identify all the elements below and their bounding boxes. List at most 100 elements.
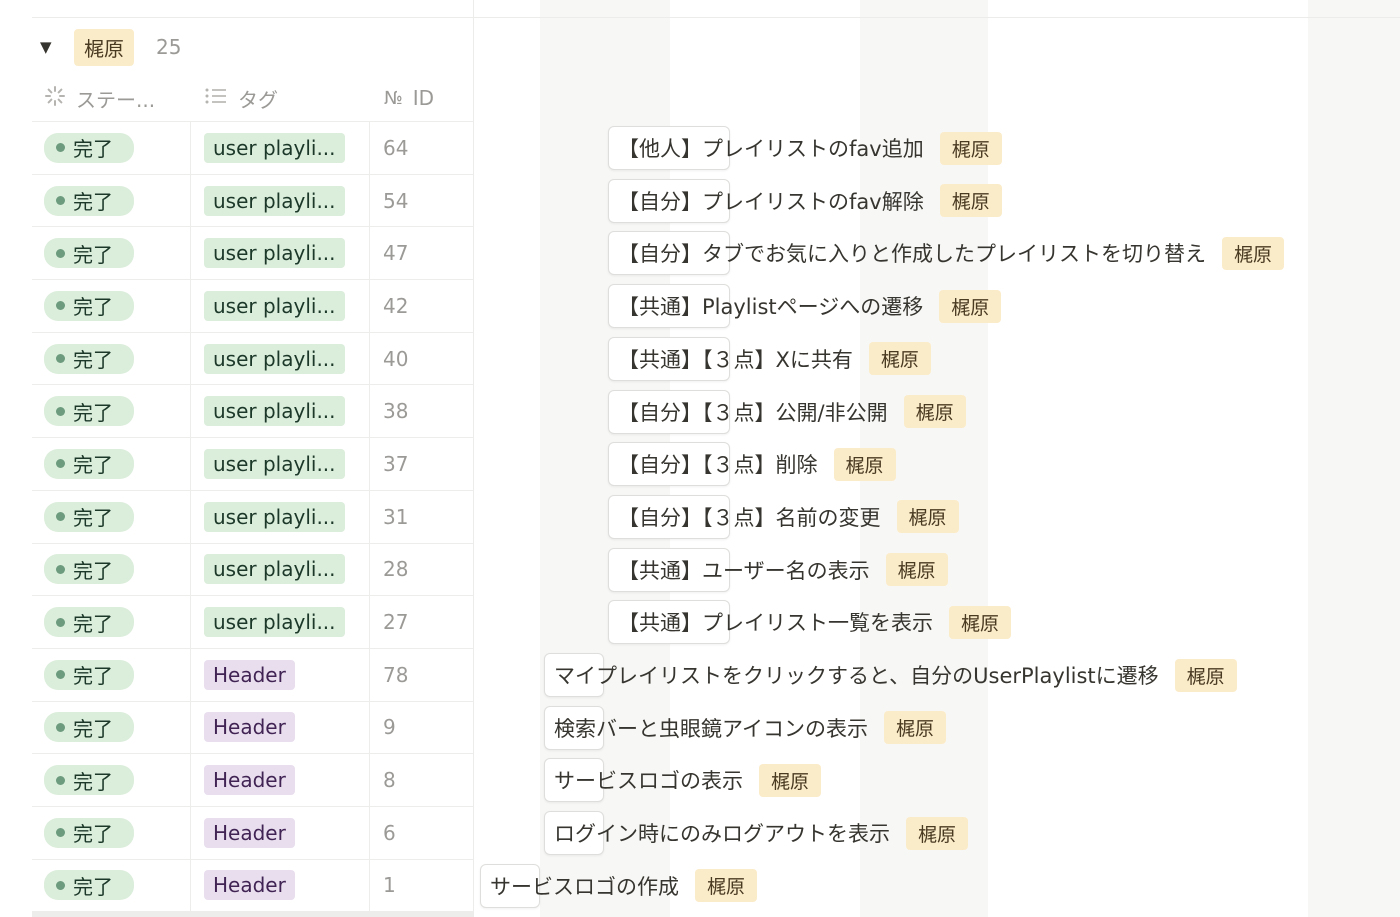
table-row[interactable]: 完了 user playli... 42 <box>32 279 473 332</box>
tag-cell[interactable]: user playli... <box>191 122 370 174</box>
timeline-item-title: 【共通】Playlistページへの遷移 <box>618 295 924 320</box>
timeline-item-title: 【他人】プレイリストのfav追加 <box>618 137 924 161</box>
timeline-item[interactable]: 検索バーと虫眼鏡アイコンの表示 梶原 <box>544 705 946 750</box>
table-row[interactable]: 完了 Header 1 <box>32 858 473 912</box>
id-cell: 27 <box>383 610 409 635</box>
timeline-item[interactable]: 【共通】プレイリスト一覧を表示 梶原 <box>608 600 1012 645</box>
timeline-item[interactable]: 【共通】ユーザー名の表示 梶原 <box>608 547 948 592</box>
status-cell[interactable]: 完了 <box>32 648 191 701</box>
timeline-item[interactable]: 【自分】【３点】名前の変更 梶原 <box>608 494 959 539</box>
timeline-item-title: 【自分】【３点】削除 <box>618 453 818 478</box>
timeline-item-owner-badge: 梶原 <box>896 500 959 534</box>
status-badge: 完了 <box>44 870 134 901</box>
tag-badge: user playli... <box>204 185 345 216</box>
status-cell[interactable]: 完了 <box>32 227 191 280</box>
timeline-item[interactable]: 【自分】【３点】削除 梶原 <box>608 442 896 487</box>
table-row[interactable]: 完了 Header 8 <box>32 753 473 806</box>
tag-badge: user playli... <box>204 607 345 638</box>
status-label: 完了 <box>73 453 113 478</box>
timeline-item-title: 【自分】プレイリストのfav解除 <box>618 189 924 214</box>
divider <box>32 17 473 18</box>
tag-cell[interactable]: user playli... <box>191 174 370 227</box>
tag-cell[interactable]: Header <box>191 648 370 701</box>
status-dot-icon <box>56 880 65 890</box>
timeline-item-title: 【共通】【３点】Xに共有 <box>618 347 853 372</box>
triangle-down-icon[interactable]: ▼ <box>40 38 62 56</box>
tag-cell[interactable]: user playli... <box>191 280 370 332</box>
column-header-tag[interactable]: タグ <box>204 76 278 120</box>
tag-badge: Header <box>204 765 295 796</box>
table-row[interactable]: 完了 user playli... 40 <box>32 331 473 385</box>
status-cell[interactable]: 完了 <box>32 174 191 227</box>
tag-badge: Header <box>204 817 295 848</box>
timeline-item[interactable]: マイプレイリストをクリックすると、自分のUserPlaylistに遷移 梶原 <box>544 653 1237 697</box>
timeline-item[interactable]: 【自分】プレイリストのfav解除 梶原 <box>608 178 1002 223</box>
tag-cell[interactable]: Header <box>191 754 370 806</box>
status-cell[interactable]: 完了 <box>32 280 191 332</box>
tag-cell[interactable]: user playli... <box>191 227 370 280</box>
timeline-item[interactable]: 【共通】【３点】Xに共有 梶原 <box>608 336 931 381</box>
status-label: 完了 <box>73 400 113 425</box>
timeline-view[interactable]: 【他人】プレイリストのfav追加 梶原 【自分】プレイリストのfav解除 梶原 【自分】… <box>474 0 1400 917</box>
timeline-item[interactable]: 【自分】【３点】公開/非公開 梶原 <box>608 389 966 434</box>
table-row[interactable]: 完了 user playli... 37 <box>32 437 473 490</box>
timeline-item[interactable]: 【共通】Playlistページへの遷移 梶原 <box>608 284 1002 329</box>
status-badge: 完了 <box>44 501 134 532</box>
status-cell[interactable]: 完了 <box>32 859 191 912</box>
column-header-id[interactable]: № ID <box>384 76 434 120</box>
group-header[interactable]: ▼ 梶原 25 <box>40 28 181 66</box>
tag-cell[interactable]: user playli... <box>191 490 370 543</box>
tag-cell[interactable]: user playli... <box>191 596 370 648</box>
tag-cell[interactable]: Header <box>191 701 370 754</box>
status-cell[interactable]: 完了 <box>32 332 191 385</box>
status-cell[interactable]: 完了 <box>32 596 191 648</box>
table-row[interactable]: 完了 user playli... 54 <box>32 173 473 227</box>
table-row[interactable]: 完了 user playli... 64 <box>32 121 473 174</box>
tag-cell[interactable]: Header <box>191 859 370 912</box>
tag-cell[interactable]: user playli... <box>191 385 370 438</box>
divider <box>474 17 1400 18</box>
tag-cell[interactable]: user playli... <box>191 543 370 596</box>
table-row[interactable]: 完了 user playli... 31 <box>32 489 473 543</box>
tag-cell[interactable]: Header <box>191 806 370 859</box>
id-cell: 1 <box>383 873 396 898</box>
timeline-item-owner-badge: 梶原 <box>885 553 948 587</box>
status-cell[interactable]: 完了 <box>32 701 191 754</box>
timeline-item[interactable]: ログイン時にのみログアウトを表示 梶原 <box>544 811 969 856</box>
timeline-item[interactable]: サービスロゴの表示 梶原 <box>544 758 822 803</box>
table-row[interactable]: 完了 Header 6 <box>32 805 473 859</box>
timeline-item[interactable]: 【自分】タブでお気に入りと作成したプレイリストを切り替え 梶原 <box>608 231 1285 276</box>
status-cell[interactable]: 完了 <box>32 543 191 596</box>
divider <box>32 911 473 917</box>
tag-cell[interactable]: user playli... <box>191 332 370 385</box>
table-row[interactable]: 完了 Header 78 <box>32 647 473 701</box>
group-owner-badge: 梶原 <box>74 28 134 66</box>
status-badge: 完了 <box>44 712 134 743</box>
column-header-status[interactable]: ステー... <box>44 76 155 120</box>
timeline-item-title: サービスロゴの表示 <box>554 769 743 794</box>
status-cell[interactable]: 完了 <box>32 438 191 490</box>
table-row[interactable]: 完了 user playli... 47 <box>32 226 473 280</box>
table-row[interactable]: 完了 user playli... 27 <box>32 595 473 648</box>
status-cell[interactable]: 完了 <box>32 490 191 543</box>
table-row[interactable]: 完了 Header 9 <box>32 700 473 754</box>
timeline-item-owner-badge: 梶原 <box>903 395 966 428</box>
timeline-item-owner-badge: 梶原 <box>883 711 946 745</box>
timeline-item[interactable]: サービスロゴの作成 梶原 <box>480 863 758 908</box>
status-badge: 完了 <box>44 238 134 269</box>
status-cell[interactable]: 完了 <box>32 122 191 174</box>
status-badge: 完了 <box>44 396 134 427</box>
status-badge: 完了 <box>44 817 134 848</box>
timeline-item[interactable]: 【他人】プレイリストのfav追加 梶原 <box>608 126 1002 170</box>
status-cell[interactable]: 完了 <box>32 806 191 859</box>
tag-cell[interactable]: user playli... <box>191 438 370 490</box>
status-label: 完了 <box>73 874 113 899</box>
timeline-item-owner-badge: 梶原 <box>939 289 1002 323</box>
status-cell[interactable]: 完了 <box>32 754 191 806</box>
table-row[interactable]: 完了 user playli... 38 <box>32 384 473 438</box>
status-cell[interactable]: 完了 <box>32 385 191 438</box>
table-body: 完了 user playli... 64 完了 user playli... 54 完了 us… <box>32 121 473 912</box>
status-dot-icon <box>56 143 65 153</box>
table-row[interactable]: 完了 user playli... 28 <box>32 542 473 596</box>
status-dot-icon <box>56 406 65 416</box>
